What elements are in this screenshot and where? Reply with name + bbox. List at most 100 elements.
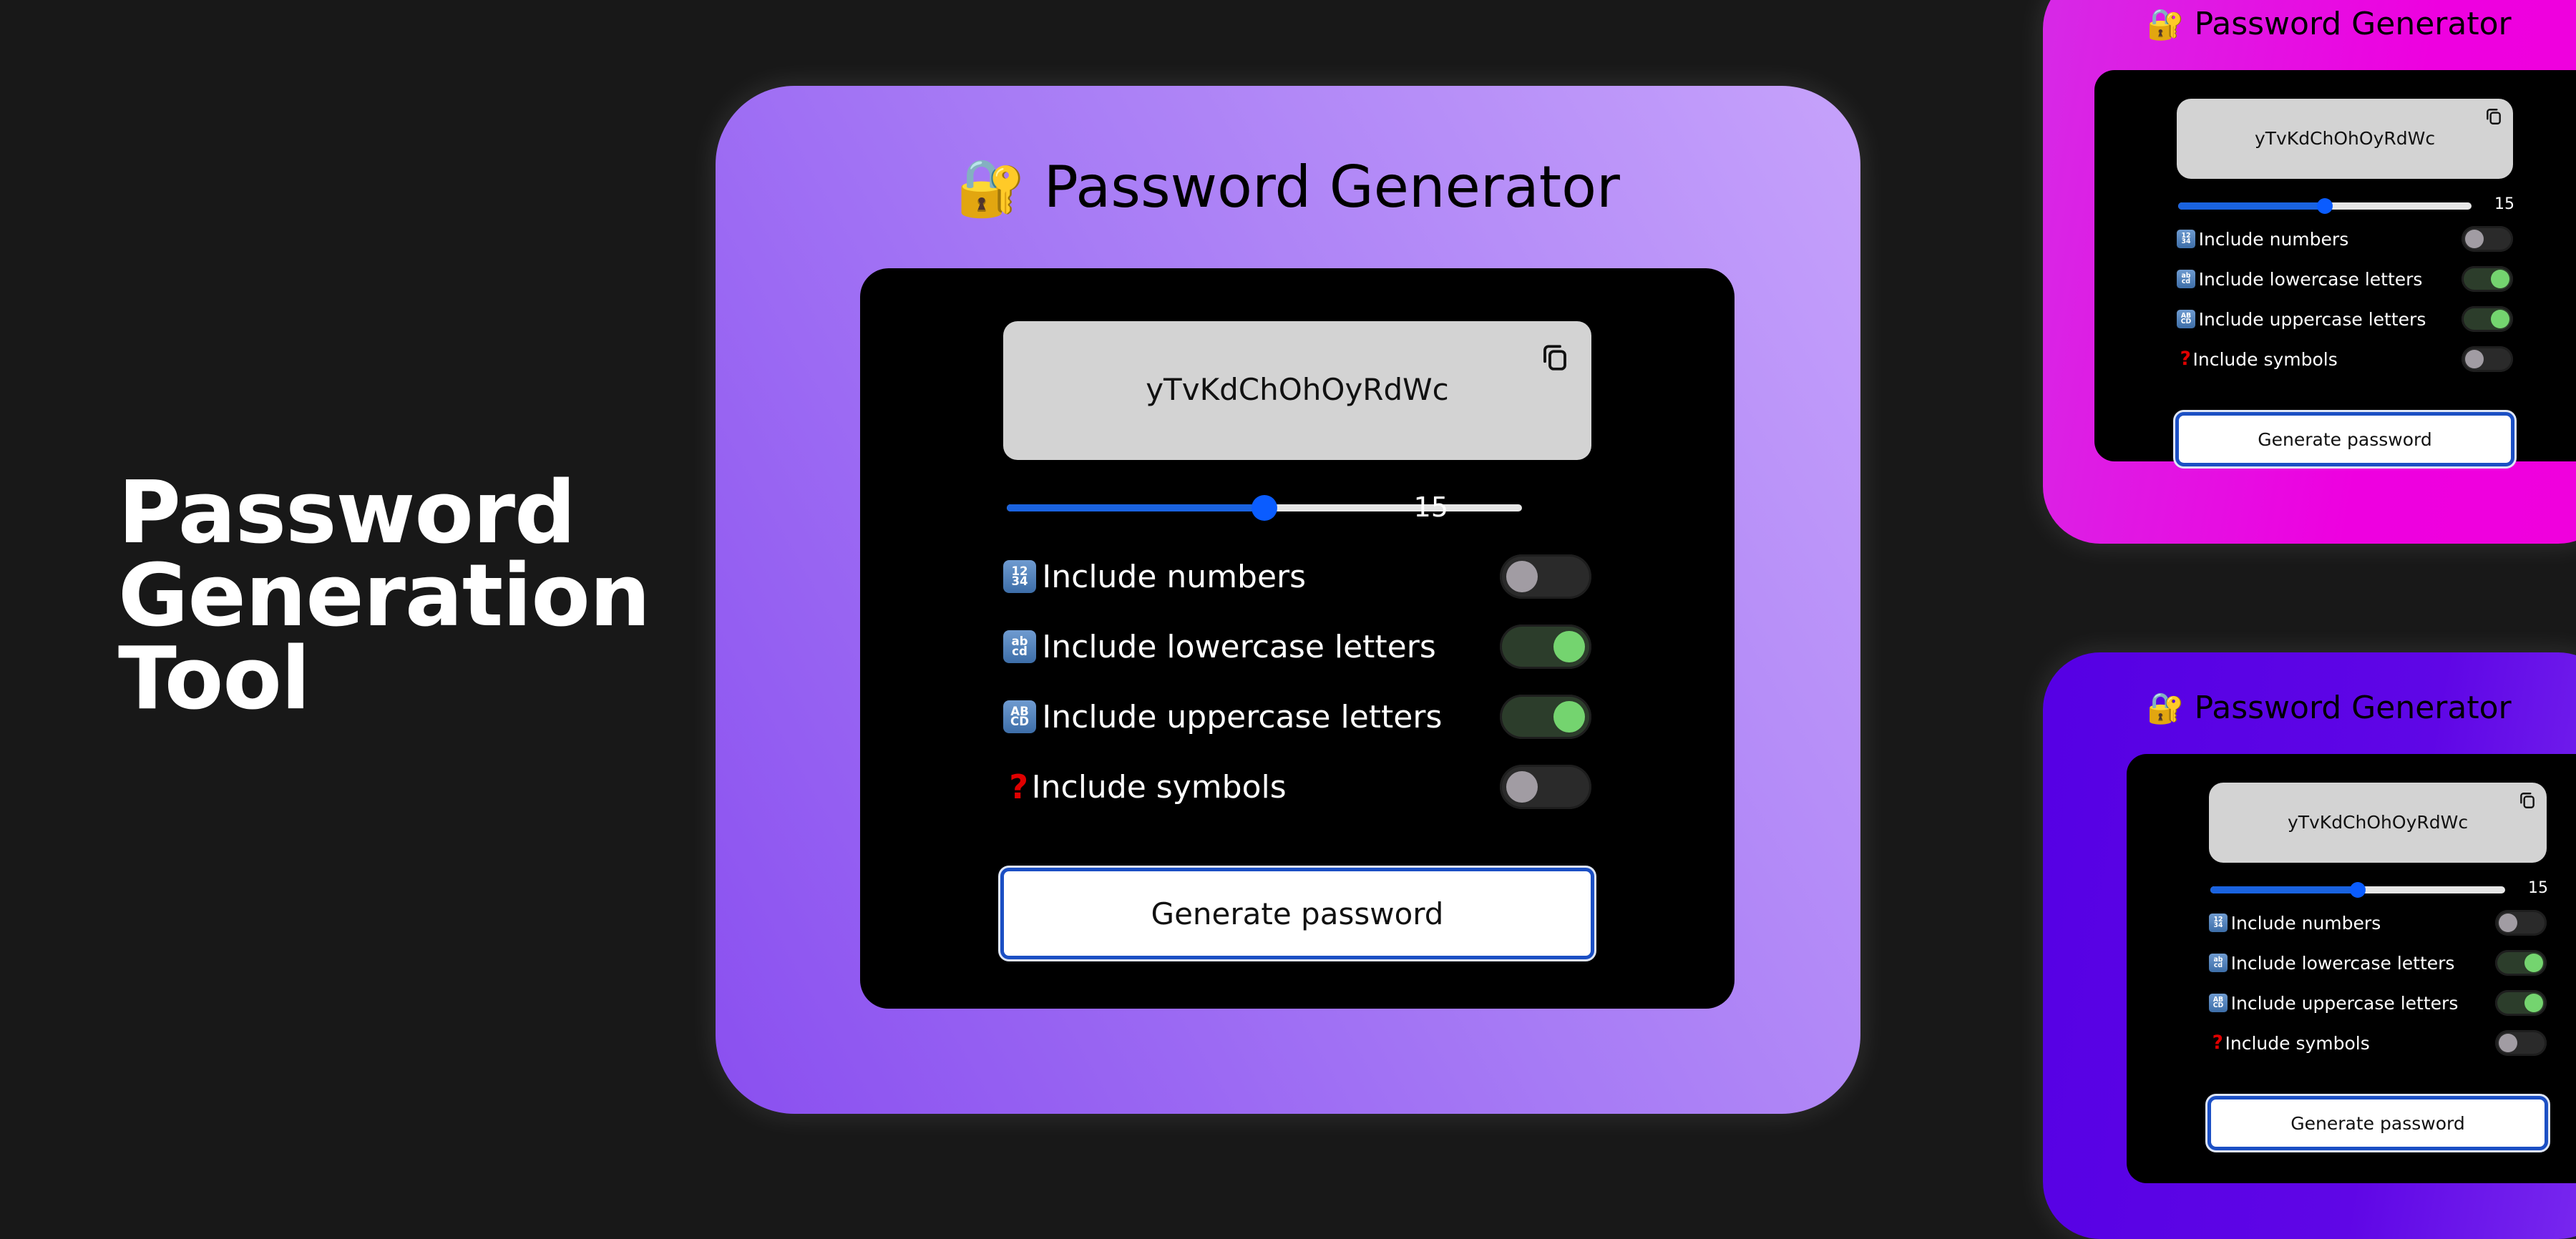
generator-panel: yTvKdChOhOyRdWc 15 12 34 Include numbers ab cd… <box>2127 754 2576 1183</box>
option-row: ab cd Include lowercase letters <box>2177 266 2513 292</box>
option-toggle[interactable] <box>2462 226 2513 252</box>
question-mark-icon: ? <box>2180 348 2191 370</box>
copy-icon[interactable] <box>1540 343 1570 376</box>
option-label-text: Include lowercase letters <box>2198 268 2423 290</box>
option-label-text: Include numbers <box>1042 558 1307 595</box>
option-row: ? Include symbols <box>2177 346 2513 372</box>
question-mark-icon: ? <box>2212 1032 2223 1054</box>
option-label-text: Include uppercase letters <box>2198 308 2426 330</box>
option-toggle[interactable] <box>2462 266 2513 292</box>
length-slider-thumb[interactable] <box>2350 882 2366 898</box>
option-toggle[interactable] <box>2462 306 2513 332</box>
option-label-text: Include lowercase letters <box>1042 628 1436 665</box>
toggle-knob <box>2491 270 2509 288</box>
toggle-knob <box>2499 1034 2517 1052</box>
option-label-text: Include symbols <box>2225 1032 2370 1054</box>
password-generator-card-main: 🔐 Password Generator yTvKdChOhOyRdWc 15 12 3… <box>716 86 1860 1114</box>
option-toggle[interactable] <box>1500 765 1591 809</box>
length-value: 15 <box>2494 195 2514 213</box>
toggle-knob <box>2491 310 2509 328</box>
lock-key-icon: 🔐 <box>956 156 1026 220</box>
generate-password-button[interactable]: Generate password <box>1000 868 1594 959</box>
option-row: AB CD Include uppercase letters <box>1003 695 1591 739</box>
option-label: AB CD Include uppercase letters <box>2209 993 2458 1014</box>
option-toggle[interactable] <box>2462 346 2513 372</box>
option-toggle[interactable] <box>1500 695 1591 739</box>
option-label-text: Include symbols <box>2192 348 2338 370</box>
length-slider-fill <box>2210 886 2358 893</box>
toggle-knob <box>2465 350 2484 368</box>
password-generator-card-indigo: 🔐 Password Generator yTvKdChOhOyRdWc 15 12 3… <box>2043 652 2576 1239</box>
toggle-knob <box>1506 771 1538 803</box>
copy-icon[interactable] <box>2518 791 2537 813</box>
password-display[interactable]: yTvKdChOhOyRdWc <box>2177 99 2513 179</box>
numbers-icon: 12 34 <box>1003 560 1036 593</box>
length-slider-thumb[interactable] <box>1252 495 1277 521</box>
option-label: ab cd Include lowercase letters <box>2177 269 2422 290</box>
generate-password-button[interactable]: Generate password <box>2175 412 2514 466</box>
app-title: 🔐 Password Generator <box>2043 6 2576 42</box>
toggle-knob <box>1506 561 1538 592</box>
option-label: AB CD Include uppercase letters <box>2177 309 2426 330</box>
generator-panel: yTvKdChOhOyRdWc 15 12 34 Include numbers ab cd… <box>860 268 1735 1009</box>
uppercase-icon-bottom: CD <box>1010 715 1029 728</box>
option-label-text: Include symbols <box>1031 768 1287 805</box>
lock-key-icon: 🔐 <box>2147 6 2185 41</box>
lowercase-icon-bottom: cd <box>2213 961 2223 969</box>
generate-password-button[interactable]: Generate password <box>2207 1096 2548 1150</box>
hero-line-1: Password <box>118 464 576 563</box>
toggle-knob <box>2524 954 2543 972</box>
numbers-icon: 12 34 <box>2177 230 2195 248</box>
length-value: 15 <box>1413 491 1448 523</box>
password-text: yTvKdChOhOyRdWc <box>2287 811 2469 833</box>
toggle-knob <box>2465 230 2484 248</box>
option-toggle[interactable] <box>1500 554 1591 599</box>
hero-heading: Password Generation Tool <box>118 464 650 729</box>
toggle-knob <box>1553 631 1585 662</box>
option-label: 12 34 Include numbers <box>1003 559 1306 595</box>
option-row: 12 34 Include numbers <box>1003 554 1591 599</box>
option-toggle[interactable] <box>2495 950 2547 976</box>
password-text: yTvKdChOhOyRdWc <box>1146 371 1449 407</box>
uppercase-icon: AB CD <box>2177 310 2195 328</box>
password-display[interactable]: yTvKdChOhOyRdWc <box>1003 321 1591 460</box>
uppercase-icon-bottom: CD <box>2180 318 2192 325</box>
option-toggle[interactable] <box>2495 1030 2547 1056</box>
option-toggle[interactable] <box>1500 625 1591 669</box>
lowercase-icon-bottom: cd <box>1012 645 1028 658</box>
option-label-text: Include numbers <box>2198 228 2349 250</box>
length-slider[interactable] <box>2178 198 2472 214</box>
length-slider-fill <box>2178 202 2325 210</box>
copy-icon[interactable] <box>2484 107 2503 129</box>
option-label: AB CD Include uppercase letters <box>1003 699 1442 735</box>
lowercase-icon: ab cd <box>2177 270 2195 288</box>
option-label: ? Include symbols <box>2177 348 2338 370</box>
toggle-knob <box>1553 701 1585 733</box>
length-slider-thumb[interactable] <box>2317 198 2333 214</box>
option-label: ab cd Include lowercase letters <box>1003 629 1436 665</box>
numbers-icon-bottom: 34 <box>1011 574 1028 588</box>
password-generator-card-pink: 🔐 Password Generator yTvKdChOhOyRdWc 15 12 3… <box>2043 0 2576 544</box>
toggle-knob <box>2499 914 2517 932</box>
toggle-knob <box>2524 994 2543 1012</box>
option-label: 12 34 Include numbers <box>2177 229 2348 250</box>
numbers-icon: 12 34 <box>2209 914 2228 932</box>
app-title-text: Password Generator <box>1043 154 1620 220</box>
option-row: 12 34 Include numbers <box>2209 910 2547 936</box>
uppercase-icon: AB CD <box>2209 994 2228 1012</box>
password-display[interactable]: yTvKdChOhOyRdWc <box>2209 783 2547 863</box>
generator-panel: yTvKdChOhOyRdWc 15 12 34 Include numbers ab cd… <box>2094 70 2576 466</box>
option-row: AB CD Include uppercase letters <box>2209 990 2547 1016</box>
app-title-text: Password Generator <box>2194 690 2512 726</box>
numbers-icon-bottom: 34 <box>2213 921 2223 929</box>
length-slider[interactable] <box>2210 882 2505 898</box>
app-title-text: Password Generator <box>2194 6 2512 42</box>
question-mark-icon: ? <box>1009 768 1029 806</box>
lowercase-icon: ab cd <box>2209 954 2228 972</box>
option-row: ab cd Include lowercase letters <box>1003 625 1591 669</box>
option-toggle[interactable] <box>2495 910 2547 936</box>
option-toggle[interactable] <box>2495 990 2547 1016</box>
app-title: 🔐 Password Generator <box>716 154 1860 221</box>
uppercase-icon: AB CD <box>1003 700 1036 733</box>
hero-line-3: Tool <box>118 630 311 729</box>
